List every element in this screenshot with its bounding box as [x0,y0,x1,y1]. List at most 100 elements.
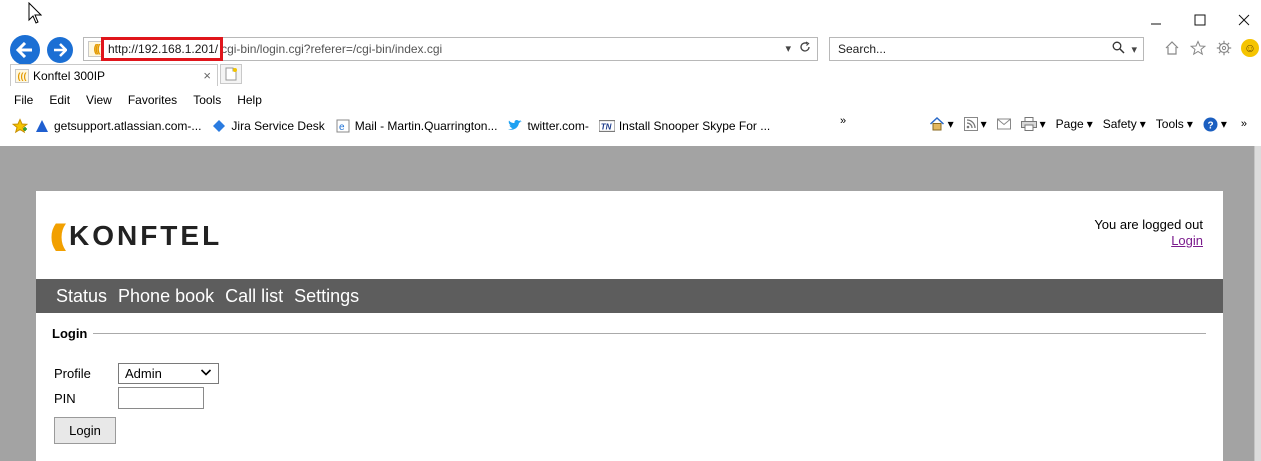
nav-status[interactable]: Status [56,286,107,307]
page-viewport: ((( KONFTEL You are logged out Login Sta… [0,146,1254,461]
feeds-button[interactable]: ▾ [963,117,987,131]
menu-favorites[interactable]: Favorites [120,93,185,107]
home-command-button[interactable]: ▾ [929,116,954,132]
menu-tools[interactable]: Tools [185,93,229,107]
menu-help[interactable]: Help [229,93,270,107]
nav-settings[interactable]: Settings [294,286,359,307]
home-icon[interactable] [1162,38,1182,58]
pin-row: PIN [54,387,204,409]
favorite-snooper[interactable]: TN Install Snooper Skype For ... [598,118,771,134]
login-legend: Login [52,325,88,341]
page-menu[interactable]: Page ▾ [1056,117,1093,131]
svg-text:e: e [339,122,345,133]
arrow-left-icon [16,42,32,58]
print-button[interactable]: ▾ [1020,117,1046,131]
page-menu-label: Page [1055,117,1084,131]
twitter-icon [507,118,523,134]
konftel-favicon-icon: ((( [15,68,29,83]
printer-icon [1020,117,1037,131]
konftel-favicon-icon: ((( [88,41,104,57]
svg-text:?: ? [1207,120,1213,131]
ie-page-icon: e [335,118,351,134]
url-host: http://192.168.1.201/ [101,37,224,61]
more-favorites-chevron-icon[interactable]: » [840,115,846,127]
browser-chrome: ((( http://192.168.1.201/ cgi-bin/login.… [0,0,1261,146]
favorite-mail[interactable]: e Mail - Martin.Quarrington... [335,118,498,134]
toolbar-icons: ☺ [1162,38,1260,58]
tools-menu[interactable]: Tools ▾ [1156,117,1193,131]
smiley-feedback-icon[interactable]: ☺ [1240,38,1260,58]
konftel-page: ((( KONFTEL You are logged out Login Sta… [36,191,1223,461]
favorite-label: getsupport.atlassian.com-... [54,119,202,133]
search-input[interactable]: Search... ▾ [829,37,1144,61]
tab-title: Konftel 300IP [33,68,106,83]
favorite-label: Jira Service Desk [231,119,325,133]
window-controls [1147,8,1253,32]
gear-icon[interactable] [1214,38,1234,58]
favorite-twitter[interactable]: twitter.com- [507,118,589,134]
pin-label: PIN [54,390,76,406]
favorite-label: Install Snooper Skype For ... [618,119,771,133]
brand-name: KONFTEL [68,220,223,251]
new-tab-icon [225,67,237,81]
add-favorite-star-icon[interactable] [12,118,28,134]
tools-menu-label: Tools [1155,117,1184,131]
arrow-right-icon [54,43,67,57]
page-header: ((( KONFTEL You are logged out Login [36,191,1223,279]
jira-icon [211,118,227,134]
back-button[interactable] [10,35,40,65]
url-path: cgi-bin/login.cgi?referer=/cgi-bin/index… [221,42,443,56]
vertical-scrollbar[interactable] [1254,146,1261,461]
chevron-down-icon [200,366,212,381]
forward-button[interactable] [47,37,73,63]
login-fieldset: Login [52,325,1206,341]
home-icon [929,116,944,131]
favorite-jira[interactable]: Jira Service Desk [211,118,325,134]
main-nav: Status Phone book Call list Settings [36,279,1223,313]
favorite-label: Mail - Martin.Quarrington... [354,119,498,133]
atlassian-icon [34,118,50,134]
close-window-icon[interactable] [1235,11,1253,29]
help-menu[interactable]: ? ▾ [1203,117,1227,132]
profile-selected-value: Admin [125,366,162,381]
favorite-label: twitter.com- [527,119,589,133]
maximize-icon[interactable] [1191,11,1209,29]
legend-divider [93,332,1206,334]
mouse-cursor-icon [28,2,42,24]
refresh-icon[interactable] [799,41,811,56]
rss-feed-icon [963,117,978,131]
nav-call-list[interactable]: Call list [225,286,283,307]
tn-icon: TN [598,118,615,134]
safety-menu-label: Safety [1102,117,1137,131]
login-submit-button[interactable]: Login [54,417,116,444]
konftel-logo: ((( KONFTEL [50,221,222,251]
search-placeholder: Search... [838,42,887,56]
favorite-atlassian[interactable]: getsupport.atlassian.com-... [34,118,201,134]
command-bar: ▾ ▾ ▾ Page ▾ Safety ▾ Tools ▾ ? ▾ » [929,116,1247,132]
tab-konftel[interactable]: ((( Konftel 300IP × [10,64,218,86]
logged-out-text: You are logged out [1094,217,1203,232]
dropdown-arrow-icon[interactable]: ▾ [785,42,791,55]
search-dropdown-icon[interactable]: ▾ [1131,43,1137,56]
new-tab-button[interactable] [220,64,242,84]
close-tab-icon[interactable]: × [203,68,211,83]
menu-file[interactable]: File [6,93,41,107]
read-mail-button[interactable] [996,118,1011,130]
favorites-star-icon[interactable] [1188,38,1208,58]
pin-input[interactable] [118,387,204,409]
help-icon: ? [1203,117,1218,131]
address-bar[interactable]: ((( http://192.168.1.201/ cgi-bin/login.… [83,37,818,61]
profile-label: Profile [54,366,91,381]
profile-row: Profile Admin [54,363,219,384]
safety-menu[interactable]: Safety ▾ [1103,117,1146,131]
profile-select[interactable]: Admin [118,363,219,384]
login-link[interactable]: Login [1171,233,1203,248]
minimize-icon[interactable] [1147,11,1165,29]
menu-bar: File Edit View Favorites Tools Help [0,90,1261,110]
menu-view[interactable]: View [78,93,120,107]
sound-waves-logo-icon: ((( [50,219,66,252]
nav-phone-book[interactable]: Phone book [118,286,214,307]
menu-edit[interactable]: Edit [41,93,78,107]
more-commands-chevron-icon[interactable]: » [1241,118,1247,130]
search-icon[interactable] [1112,41,1125,57]
